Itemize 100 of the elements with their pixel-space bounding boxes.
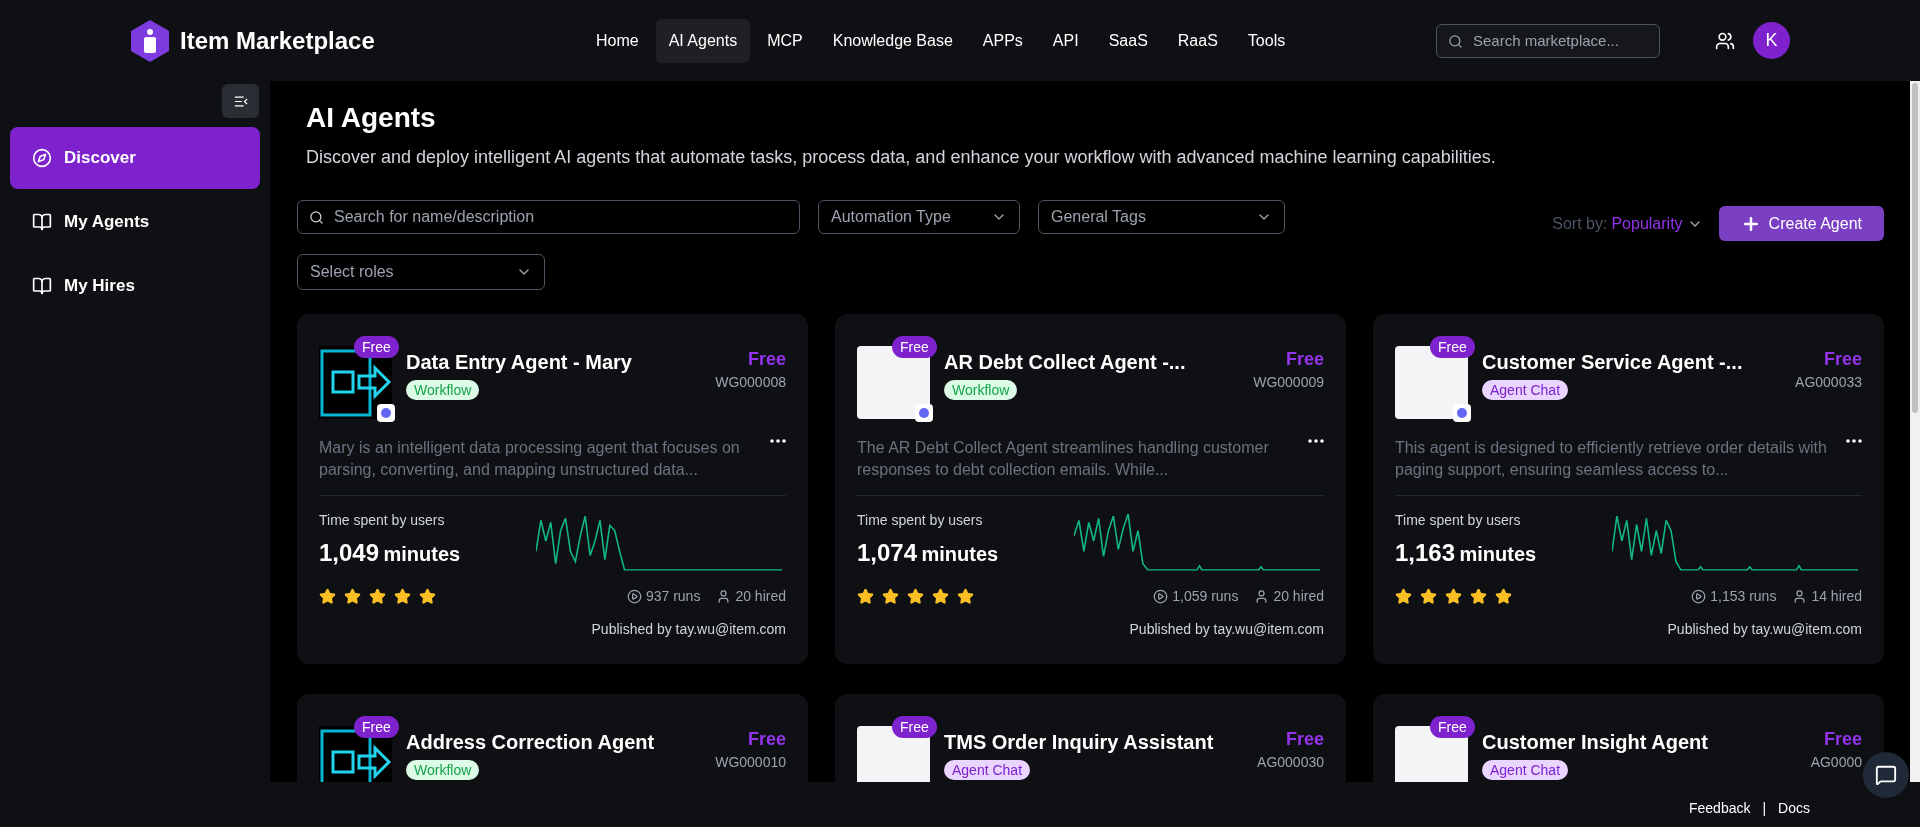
star-icon [344,588,361,605]
nav-link[interactable]: RaaS [1164,18,1231,63]
play-icon [626,589,642,604]
star-icon [907,588,924,605]
search-icon [309,210,324,225]
nav-link[interactable]: AI Agents [655,18,751,63]
agent-card[interactable] [835,314,1346,664]
agent-card[interactable] [297,314,808,664]
category-tag: Agent Chat [944,760,1031,780]
runs-count: 1,153 runs [1710,587,1777,606]
sidebar-item[interactable]: My Hires [10,255,260,317]
category-tag: Workflow [406,760,480,780]
agent-description: This agent is designed to efficiently retrieve order details with paging support, ensuring seamless access to... [1395,438,1828,480]
create-agent-button[interactable]: Create Agent [1718,206,1884,241]
play-icon [1153,589,1169,604]
nav-link[interactable]: Tools [1234,18,1299,63]
star-icon [1445,588,1462,605]
star-icon [932,588,949,605]
agent-code: WG000009 [1253,373,1324,392]
nav-link[interactable]: MCP [754,18,816,63]
user-icon [716,589,732,604]
nav-link[interactable]: APPs [969,18,1036,63]
free-badge: Free [354,716,399,738]
publisher-text: Published by tay.wu@item.com [591,620,786,639]
star-icon [857,588,874,605]
star-icon [394,588,411,605]
user-icon [1254,589,1270,604]
time-label: Time spent by users [857,511,984,530]
compass-icon [32,148,52,168]
free-badge: Free [1430,336,1475,358]
agent-code: WG000010 [715,753,786,772]
sidebar-item[interactable]: My Agents [10,191,260,253]
sidebar-item[interactable]: Discover [10,127,260,189]
star-icon [1395,588,1412,605]
agent-search-field[interactable]: Search for name/description [297,200,800,234]
agent-code: AG000033 [1795,373,1862,392]
price-label: Free [747,348,786,371]
agent-card[interactable]: Free TMS Order Inquiry Assistant Agent Chat Free AG000030 [835,694,1346,782]
agent-title: TMS Order Inquiry Assistant [944,730,1215,755]
filter-dropdown[interactable]: Automation Type [818,200,1020,234]
price-label: Free [1285,348,1324,371]
docs-link[interactable]: Docs [1778,798,1810,819]
star-icon [419,588,436,605]
time-label: Time spent by users [1395,511,1522,530]
time-value: 1,049 minutes [319,538,461,568]
marketplace-search-field[interactable]: Search marketplace... [1436,23,1660,58]
page-title: AI Agents [306,101,437,135]
category-tag: Agent Chat [1482,380,1569,400]
agent-description: Mary is an intelligent data processing agent that focuses on parsing, converting, and mapping unstructured data... [319,438,741,480]
star-icon [1470,588,1487,605]
star-icon [319,588,336,605]
hexagon-logo-icon [130,18,170,63]
category-tag: Workflow [944,380,1018,400]
time-value: 1,163 minutes [1395,538,1537,568]
link-separator: | [1762,799,1767,818]
star-icon [957,588,974,605]
agent-title: Customer Service Agent -... [1482,350,1744,375]
collapse-sidebar-button[interactable] [222,84,259,118]
price-label: Free [1823,728,1862,751]
agent-description: The AR Debt Collect Agent streamlines handling customer responses to debt collection emails. While... [857,438,1270,480]
category-tag: Agent Chat [1482,760,1569,780]
category-tag: Workflow [406,380,480,400]
user-avatar[interactable]: K [1753,22,1790,59]
nav-link[interactable]: Knowledge Base [819,18,966,63]
feedback-link[interactable]: Feedback [1688,798,1751,819]
nav-link[interactable]: SaaS [1095,18,1161,63]
people-icon[interactable] [1715,30,1735,51]
filter-dropdown[interactable]: General Tags [1038,200,1285,234]
star-icon [369,588,386,605]
publisher-text: Published by tay.wu@item.com [1129,620,1324,639]
agent-card[interactable]: Free Address Correction Agent Workflow Free WG000010 [297,694,808,782]
brand-name: Item Marketplace [180,25,375,56]
agent-card[interactable]: Free Customer Insight Agent Agent Chat Free AG0000 [1373,694,1884,782]
publisher-text: Published by tay.wu@item.com [1667,620,1862,639]
agent-title: AR Debt Collect Agent -... [944,350,1187,375]
page-description: Discover and deploy intelligent AI agents that automate tasks, process data, and enhance your workflow with advanced machine learning capabilities. [306,146,1497,169]
sort-dropdown[interactable]: Sort by: Popularity [1552,206,1703,241]
hired-count: 20 hired [735,587,786,606]
nav-link[interactable]: Home [583,18,652,63]
book-icon [32,212,52,232]
star-icon [1495,588,1512,605]
roles-dropdown[interactable]: Select roles [297,254,545,290]
price-label: Free [1823,348,1862,371]
play-icon [1691,589,1707,604]
hired-count: 20 hired [1273,587,1324,606]
agent-title: Customer Insight Agent [1482,730,1709,755]
runs-count: 937 runs [645,587,701,606]
search-icon [1448,33,1463,49]
runs-count: 1,059 runs [1172,587,1239,606]
chat-icon [1875,764,1897,786]
agent-card[interactable] [1373,314,1884,664]
time-value: 1,074 minutes [857,538,999,568]
price-label: Free [747,728,786,751]
agent-code: WG000008 [715,373,786,392]
nav-link[interactable]: API [1039,18,1092,63]
book-icon [32,276,52,296]
price-label: Free [1285,728,1324,751]
agent-code: AG000030 [1257,753,1324,772]
agent-code: AG0000 [1810,753,1862,772]
star-icon [1420,588,1437,605]
